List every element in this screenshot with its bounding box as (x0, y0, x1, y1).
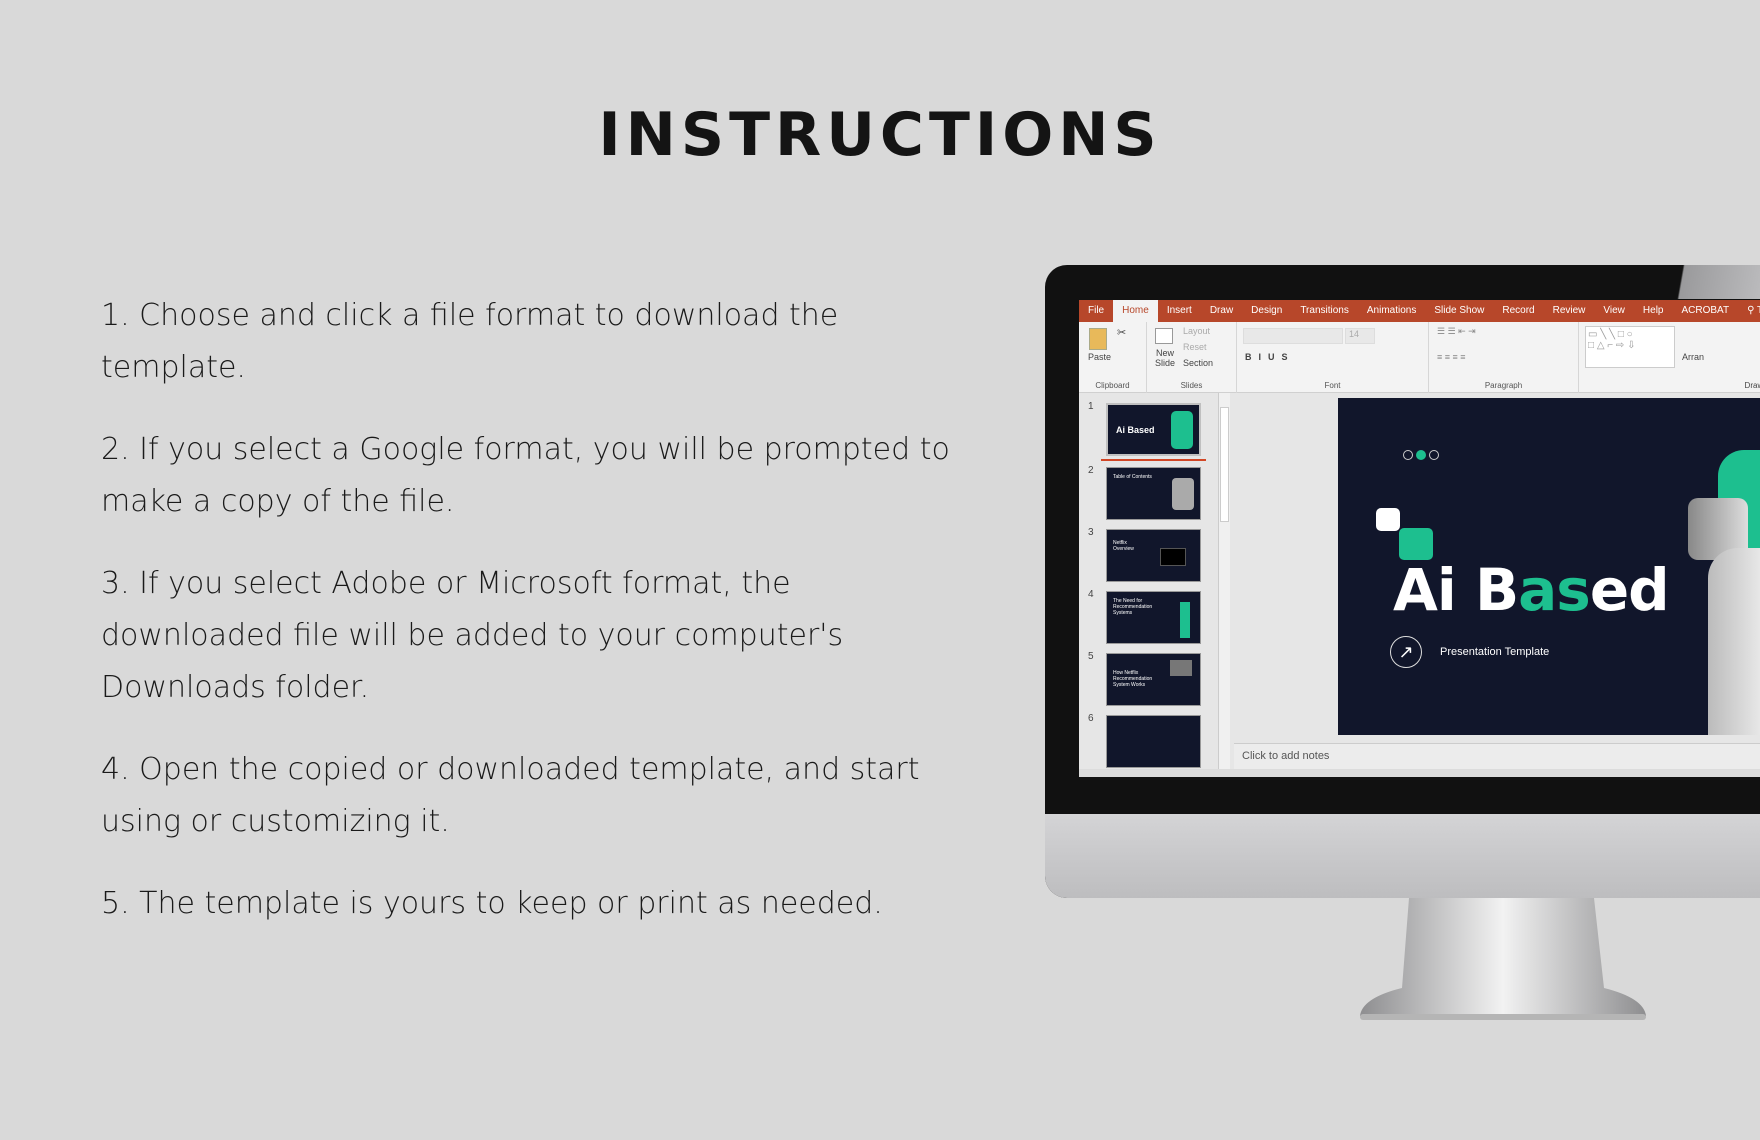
white-square (1376, 508, 1400, 531)
tab-transitions[interactable]: Transitions (1291, 300, 1358, 322)
list-icons[interactable]: ☰ ☰ ⇤ ⇥ (1437, 326, 1476, 337)
thumb-title: The Need for Recommendation Systems (1113, 598, 1153, 616)
tab-record[interactable]: Record (1493, 300, 1543, 322)
cut-icon[interactable]: ✂ (1117, 326, 1126, 339)
slide-thumbnail-1[interactable]: Ai Based (1106, 403, 1201, 456)
tab-design[interactable]: Design (1242, 300, 1291, 322)
tab-acrobat[interactable]: ACROBAT (1672, 300, 1738, 322)
slide-number: 6 (1088, 713, 1094, 724)
paragraph-group: ☰ ☰ ⇤ ⇥ ≡ ≡ ≡ ≡ Paragraph (1429, 322, 1579, 393)
status-bar (1079, 769, 1760, 777)
thumbnail-scrollbar[interactable] (1218, 393, 1230, 777)
slide-thumbnail-6[interactable] (1106, 715, 1201, 768)
new-slide-icon (1155, 328, 1173, 344)
tab-review[interactable]: Review (1544, 300, 1595, 322)
monitor-chin (1045, 814, 1760, 898)
drawing-group: ▭ ╲ ╲ □ ○□ △ ⌐ ⇨ ⇩ Arran Drawi (1579, 322, 1760, 393)
clipboard-group: Paste ✂ Clipboard (1079, 322, 1147, 393)
notes-field[interactable]: Click to add notes (1234, 743, 1760, 769)
pagination-dots (1403, 450, 1439, 460)
person-photo (1708, 548, 1760, 735)
slide-thumbnail-2[interactable]: Table of Contents (1106, 467, 1201, 520)
monitor-stand (1360, 898, 1646, 1020)
insertion-marker (1101, 459, 1206, 461)
slide-number: 4 (1088, 589, 1094, 600)
tab-insert[interactable]: Insert (1158, 300, 1201, 322)
step-4: 4. Open the copied or downloaded templat… (101, 752, 920, 839)
tab-view[interactable]: View (1594, 300, 1634, 322)
tab-help[interactable]: Help (1634, 300, 1673, 322)
slide-title: Ai Based (1393, 556, 1670, 624)
reset-button[interactable]: Reset (1183, 342, 1207, 352)
group-label: Paragraph (1484, 381, 1523, 390)
arrange-button[interactable]: Arran (1682, 352, 1704, 362)
current-slide[interactable]: Ai Based ↗ Presentation Template (1338, 398, 1760, 735)
tab-draw[interactable]: Draw (1201, 300, 1242, 322)
group-label: Slides (1180, 381, 1203, 390)
slide-thumbnail-pane: 1 Ai Based 2 Table of Contents 3 Netflix… (1079, 393, 1234, 777)
thumb-title: Ai Based (1116, 425, 1155, 435)
screen-glare (1650, 265, 1760, 299)
font-name-input[interactable] (1243, 328, 1343, 344)
tab-animations[interactable]: Animations (1358, 300, 1425, 322)
section-button[interactable]: Section (1183, 358, 1213, 368)
thumb-title: Table of Contents (1113, 474, 1152, 480)
slide-number: 3 (1088, 527, 1094, 538)
ribbon: Paste ✂ Clipboard New Slide Layout Reset… (1079, 322, 1760, 393)
slide-number: 1 (1088, 401, 1094, 412)
slides-group: New Slide Layout Reset Section Slides (1147, 322, 1237, 393)
group-label: Font (1324, 381, 1341, 390)
thumb-title: How Netflix Recommendation System Works (1113, 670, 1153, 688)
layout-button[interactable]: Layout (1183, 326, 1210, 336)
font-group: 14 BIUS Font (1237, 322, 1429, 393)
lightbulb-icon: ⚲ (1747, 305, 1755, 316)
new-slide-button[interactable]: New Slide (1151, 348, 1179, 368)
tell-me[interactable]: ⚲ Te (1738, 300, 1760, 322)
powerpoint-window: File Home Insert Draw Design Transitions… (1079, 300, 1760, 777)
scroll-thumb[interactable] (1220, 407, 1229, 522)
tab-home[interactable]: Home (1113, 300, 1158, 322)
paste-button[interactable]: Paste (1088, 352, 1111, 362)
step-2: 2. If you select a Google format, you wi… (101, 432, 950, 519)
tab-slide-show[interactable]: Slide Show (1425, 300, 1493, 322)
align-icons[interactable]: ≡ ≡ ≡ ≡ (1437, 352, 1466, 362)
arrow-up-right-icon: ↗ (1390, 636, 1422, 668)
slide-thumbnail-3[interactable]: Netflix Overview (1106, 529, 1201, 582)
slide-thumbnail-5[interactable]: How Netflix Recommendation System Works (1106, 653, 1201, 706)
tab-file[interactable]: File (1079, 300, 1113, 322)
step-3: 3. If you select Adobe or Microsoft form… (101, 566, 844, 705)
group-label: Clipboard (1095, 381, 1130, 390)
slide-thumbnail-4[interactable]: The Need for Recommendation Systems (1106, 591, 1201, 644)
step-5: 5. The template is yours to keep or prin… (101, 886, 883, 921)
page-title: INSTRUCTIONS (598, 100, 1162, 170)
group-label: Drawi (1744, 381, 1760, 390)
slide-number: 5 (1088, 651, 1094, 662)
instruction-list: 1. Choose and click a file format to dow… (101, 290, 981, 960)
step-1: 1. Choose and click a file format to dow… (101, 298, 839, 385)
ribbon-tabs: File Home Insert Draw Design Transitions… (1079, 300, 1760, 322)
slide-number: 2 (1088, 465, 1094, 476)
paste-icon (1089, 328, 1107, 350)
thumb-title: Netflix Overview (1113, 540, 1134, 552)
font-size-input[interactable]: 14 (1345, 328, 1375, 344)
shapes-gallery[interactable]: ▭ ╲ ╲ □ ○ □ △ ⌐ ⇨ ⇩ (1585, 326, 1675, 368)
format-buttons[interactable]: BIUS (1245, 352, 1295, 362)
slide-subtitle: Presentation Template (1440, 646, 1550, 658)
